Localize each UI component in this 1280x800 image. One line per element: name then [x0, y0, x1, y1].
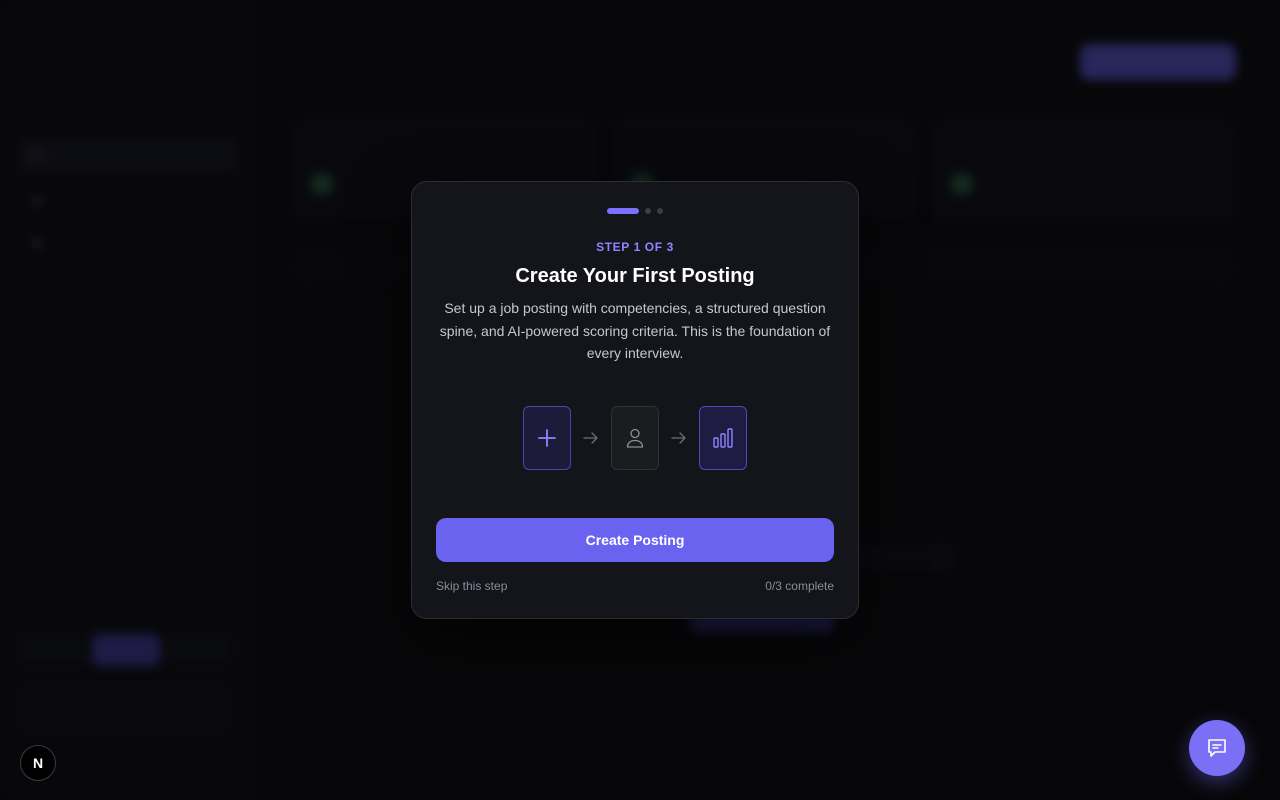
step-dot-active	[607, 208, 639, 214]
bar-chart-icon	[713, 428, 733, 448]
flow-illustration	[412, 406, 858, 470]
create-step-tile	[523, 406, 571, 470]
modal-title: Create Your First Posting	[515, 265, 755, 287]
user-icon	[626, 428, 644, 448]
chat-icon	[1208, 739, 1226, 757]
chat-button[interactable]	[1189, 720, 1245, 776]
step-dot	[645, 208, 651, 214]
arrow-right-icon	[571, 432, 611, 444]
score-step-tile	[699, 406, 747, 470]
step-label: STEP 1 OF 3	[596, 240, 674, 254]
progress-text: 0/3 complete	[765, 579, 834, 593]
plus-icon	[538, 429, 556, 447]
modal-description: Set up a job posting with competencies, …	[439, 300, 831, 361]
create-posting-button[interactable]: Create Posting	[436, 518, 834, 562]
interview-step-tile	[611, 406, 659, 470]
arrow-right-icon	[659, 432, 699, 444]
step-indicator	[412, 208, 858, 214]
step-dot	[657, 208, 663, 214]
onboarding-modal: STEP 1 OF 3 Create Your First Posting Se…	[411, 181, 859, 619]
dev-tools-badge[interactable]: N	[20, 745, 56, 781]
skip-step-link[interactable]: Skip this step	[436, 579, 507, 593]
